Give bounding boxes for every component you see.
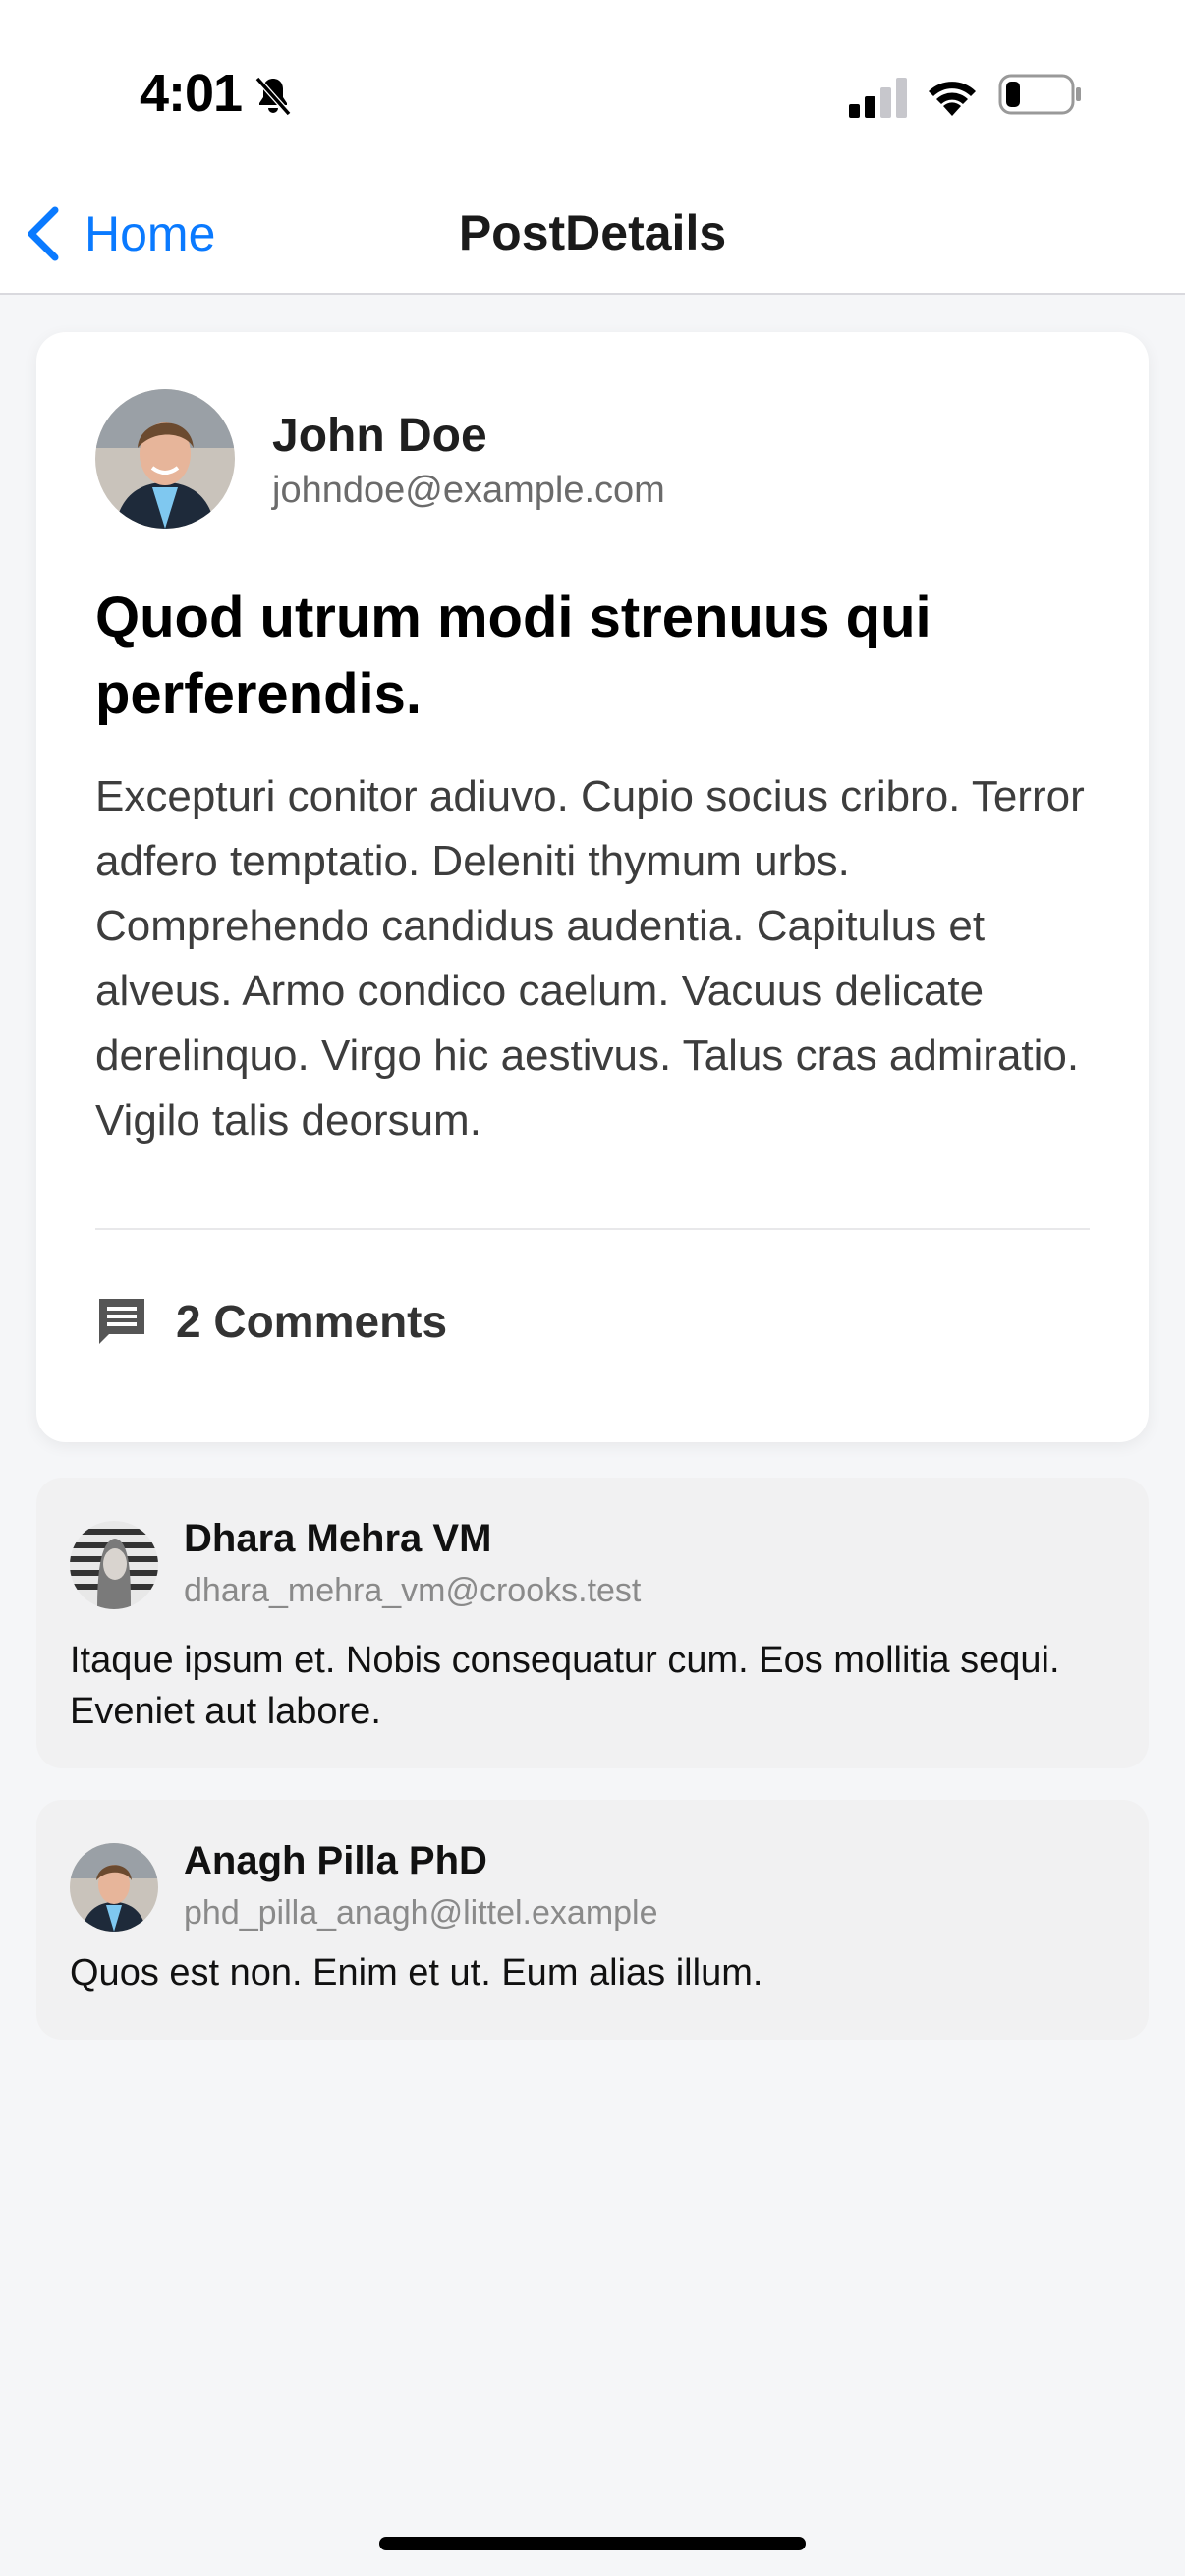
comment-card: Dhara Mehra VM dhara_mehra_vm@crooks.tes… xyxy=(36,1478,1149,1768)
post-title: Quod utrum modi strenuus qui perferendis… xyxy=(95,586,931,726)
page-title: PostDetails xyxy=(458,205,727,260)
signal-icon xyxy=(849,78,907,118)
comment-text: Itaque ipsum et. Nobis consequatur cum. … xyxy=(70,1640,1060,1732)
post-body: Excepturi conitor adiuvo. Cupio socius c… xyxy=(95,772,1085,1145)
comment-text: Quos est non. Enim et ut. Eum alias illu… xyxy=(70,1952,763,1993)
bell-slash-icon xyxy=(254,77,292,116)
divider xyxy=(95,1228,1090,1230)
author-avatar xyxy=(95,389,235,529)
commenter-email: phd_pilla_anagh@littel.example xyxy=(184,1894,658,1932)
wifi-icon xyxy=(929,82,976,116)
author-email: johndoe@example.com xyxy=(272,470,665,511)
status-time: 4:01 xyxy=(140,64,243,123)
commenter-avatar xyxy=(70,1843,158,1932)
commenter-name: Dhara Mehra VM xyxy=(184,1517,492,1560)
status-bar: 4:01 xyxy=(0,0,1185,177)
battery-icon xyxy=(998,74,1081,115)
comments-count: 2 Comments xyxy=(176,1296,448,1347)
comments-count-row[interactable]: 2 Comments xyxy=(95,1295,447,1348)
commenter-name: Anagh Pilla PhD xyxy=(184,1839,487,1882)
commenter-avatar xyxy=(70,1521,158,1609)
author-name: John Doe xyxy=(272,410,487,462)
comment-card: Anagh Pilla PhD phd_pilla_anagh@littel.e… xyxy=(36,1800,1149,2040)
commenter-email: dhara_mehra_vm@crooks.test xyxy=(184,1572,642,1609)
home-indicator xyxy=(379,2537,806,2550)
post-card: John Doe johndoe@example.com Quod utrum … xyxy=(36,332,1149,1442)
comment-icon xyxy=(99,1299,144,1344)
navigation-bar: Home PostDetails xyxy=(0,177,1185,295)
